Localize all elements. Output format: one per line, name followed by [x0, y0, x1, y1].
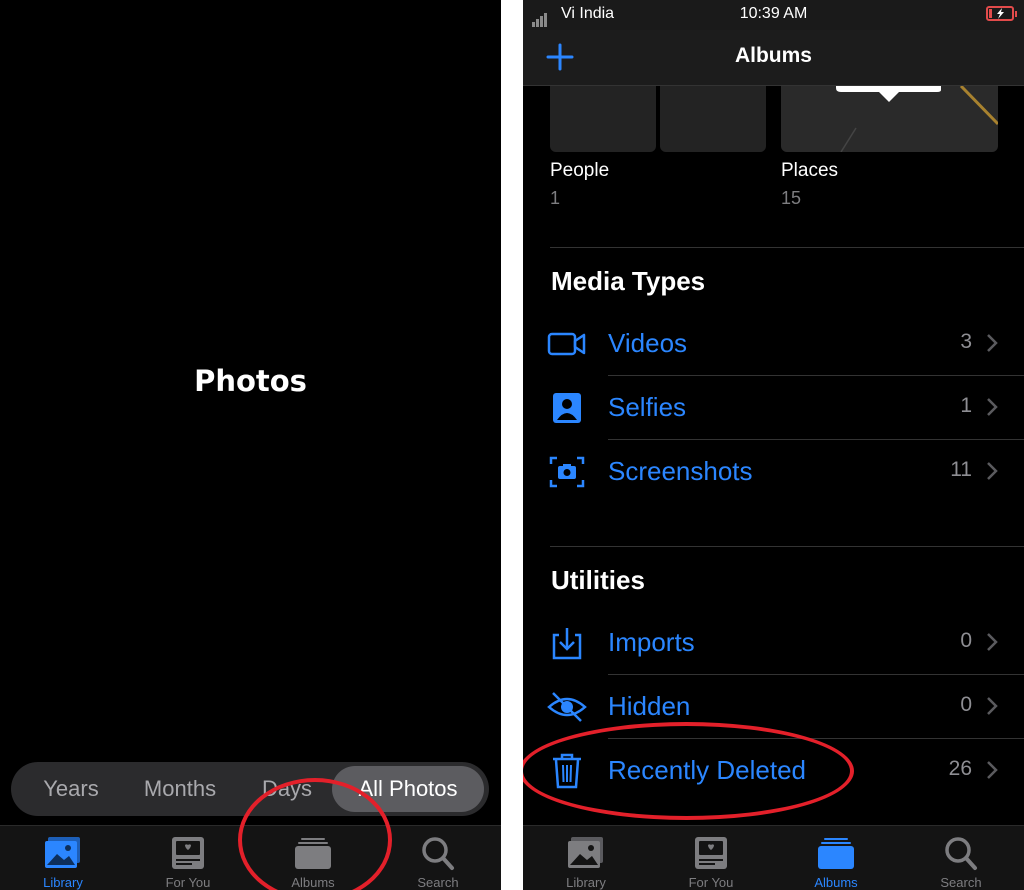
chevron-right-icon [987, 462, 998, 480]
imports-count: 0 [960, 629, 972, 652]
segment-years[interactable]: Years [29, 762, 113, 816]
tab-for-you[interactable]: For You [656, 826, 766, 890]
media-types-heading: Media Types [551, 266, 706, 296]
people-album-label[interactable]: People [550, 160, 609, 182]
photo-library-icon [45, 837, 80, 868]
tab-library-label: Library [43, 875, 83, 890]
tab-for-you-label: For You [165, 875, 211, 890]
status-bar: Vi India 10:39 AM [523, 0, 1024, 30]
for-you-icon [172, 837, 204, 869]
map-preview-icon [836, 84, 1000, 153]
chevron-right-icon [987, 761, 998, 779]
tab-library[interactable]: Library [8, 826, 118, 890]
selfie-icon [553, 393, 581, 423]
imports-label: Imports [608, 627, 695, 657]
annotation-circle-albums-tab [238, 778, 392, 890]
people-album-count: 1 [550, 188, 561, 208]
tab-for-you-label: For You [688, 875, 734, 890]
tab-albums[interactable]: Albums [781, 826, 891, 890]
album-row-imports[interactable]: Imports 0 [523, 611, 1024, 675]
chevron-right-icon [987, 398, 998, 416]
screenshots-label: Screenshots [608, 456, 753, 486]
places-map-thumbnail[interactable] [781, 84, 1000, 153]
section-divider [550, 247, 1024, 248]
hidden-eye-icon [547, 692, 587, 722]
import-icon [552, 628, 582, 660]
videos-label: Videos [608, 328, 688, 358]
tab-search-label: Search [417, 875, 459, 890]
photo-library-icon [568, 837, 603, 868]
chevron-right-icon [987, 633, 998, 651]
album-row-selfies[interactable]: Selfies 1 [523, 376, 1024, 440]
for-you-icon [695, 837, 727, 869]
chevron-right-icon [987, 697, 998, 715]
selfies-count: 1 [960, 394, 972, 417]
annotation-circle-recently-deleted [523, 722, 854, 820]
video-icon [547, 332, 586, 356]
tab-search[interactable]: Search [906, 826, 1016, 890]
tab-library-label: Library [566, 875, 606, 890]
battery-charging-icon [986, 6, 1017, 21]
section-divider [550, 546, 1024, 547]
status-time: 10:39 AM [739, 5, 808, 22]
screenshot-icon [549, 456, 585, 488]
albums-icon [818, 838, 854, 869]
people-thumbnail-right[interactable] [660, 86, 766, 152]
chevron-right-icon [987, 334, 998, 352]
tab-albums-label: Albums [814, 875, 858, 890]
tab-bar: Library For You Albums Search [523, 825, 1024, 890]
search-icon [422, 837, 454, 870]
left-phone-screen: Photos Years Months Days All Photos Libr… [0, 0, 501, 890]
tab-for-you[interactable]: For You [133, 826, 243, 890]
navigation-bar: Albums [523, 30, 1024, 86]
places-album-count: 15 [781, 188, 802, 208]
nav-title: Albums [734, 44, 812, 67]
page-title: Photos [194, 364, 307, 398]
segment-months[interactable]: Months [133, 762, 227, 816]
album-row-screenshots[interactable]: Screenshots 11 [523, 440, 1024, 504]
hidden-count: 0 [960, 693, 972, 716]
tab-library[interactable]: Library [531, 826, 641, 890]
selfies-label: Selfies [608, 392, 687, 422]
videos-count: 3 [960, 330, 972, 353]
places-album-label[interactable]: Places [781, 160, 838, 182]
tab-search-label: Search [940, 875, 982, 890]
album-row-videos[interactable]: Videos 3 [523, 312, 1024, 376]
tab-search[interactable]: Search [383, 826, 493, 890]
recently-deleted-count: 26 [948, 757, 972, 780]
hidden-label: Hidden [608, 691, 691, 721]
utilities-heading: Utilities [551, 565, 645, 595]
search-icon [945, 837, 977, 870]
right-phone-screen: Vi India 10:39 AM Albums People 1 Places… [523, 0, 1024, 890]
people-thumbnail-left[interactable] [550, 86, 656, 152]
screenshots-count: 11 [950, 458, 972, 481]
